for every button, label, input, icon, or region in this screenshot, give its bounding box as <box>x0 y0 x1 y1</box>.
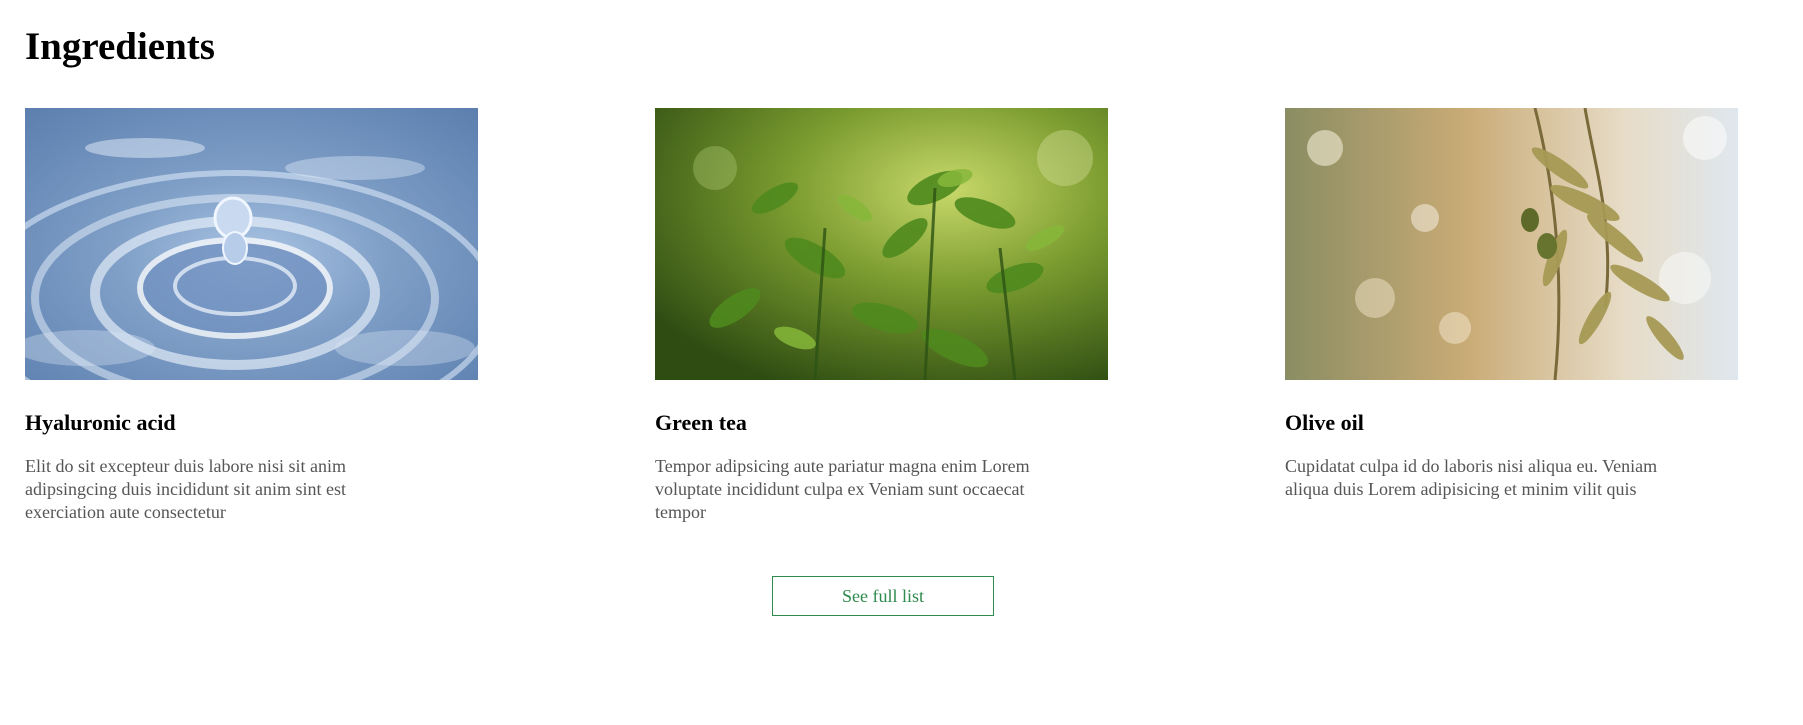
section-title: Ingredients <box>25 25 215 68</box>
green-tea-leaves-photo <box>655 108 1108 380</box>
see-full-list-button[interactable]: See full list <box>772 576 994 616</box>
olive-branch-image <box>1285 108 1738 380</box>
ingredient-name: Green tea <box>655 410 747 435</box>
ingredients-section: Ingredients Hyaluronic acid Elit do sit … <box>0 0 1803 725</box>
water-droplet-image <box>25 108 478 380</box>
ingredient-card: Olive oil Cupidatat culpa id do laboris … <box>1285 108 1738 524</box>
ingredient-description: Elit do sit excepteur duis labore nisi s… <box>25 456 346 523</box>
olive-branch-photo <box>1285 108 1738 380</box>
green-tea-image <box>655 108 1108 380</box>
ingredient-card: Hyaluronic acid Elit do sit excepteur du… <box>25 108 478 524</box>
ingredient-cards: Hyaluronic acid Elit do sit excepteur du… <box>25 108 1738 524</box>
ingredient-description: Cupidatat culpa id do laboris nisi aliqu… <box>1285 456 1658 500</box>
ingredient-name: Olive oil <box>1285 410 1364 435</box>
ingredient-description: Tempor adipsicing aute pariatur magna en… <box>655 456 1030 523</box>
ingredient-card: Green tea Tempor adipsicing aute pariatu… <box>655 108 1108 524</box>
ingredient-name: Hyaluronic acid <box>25 410 176 435</box>
water-droplet-photo <box>25 108 478 380</box>
